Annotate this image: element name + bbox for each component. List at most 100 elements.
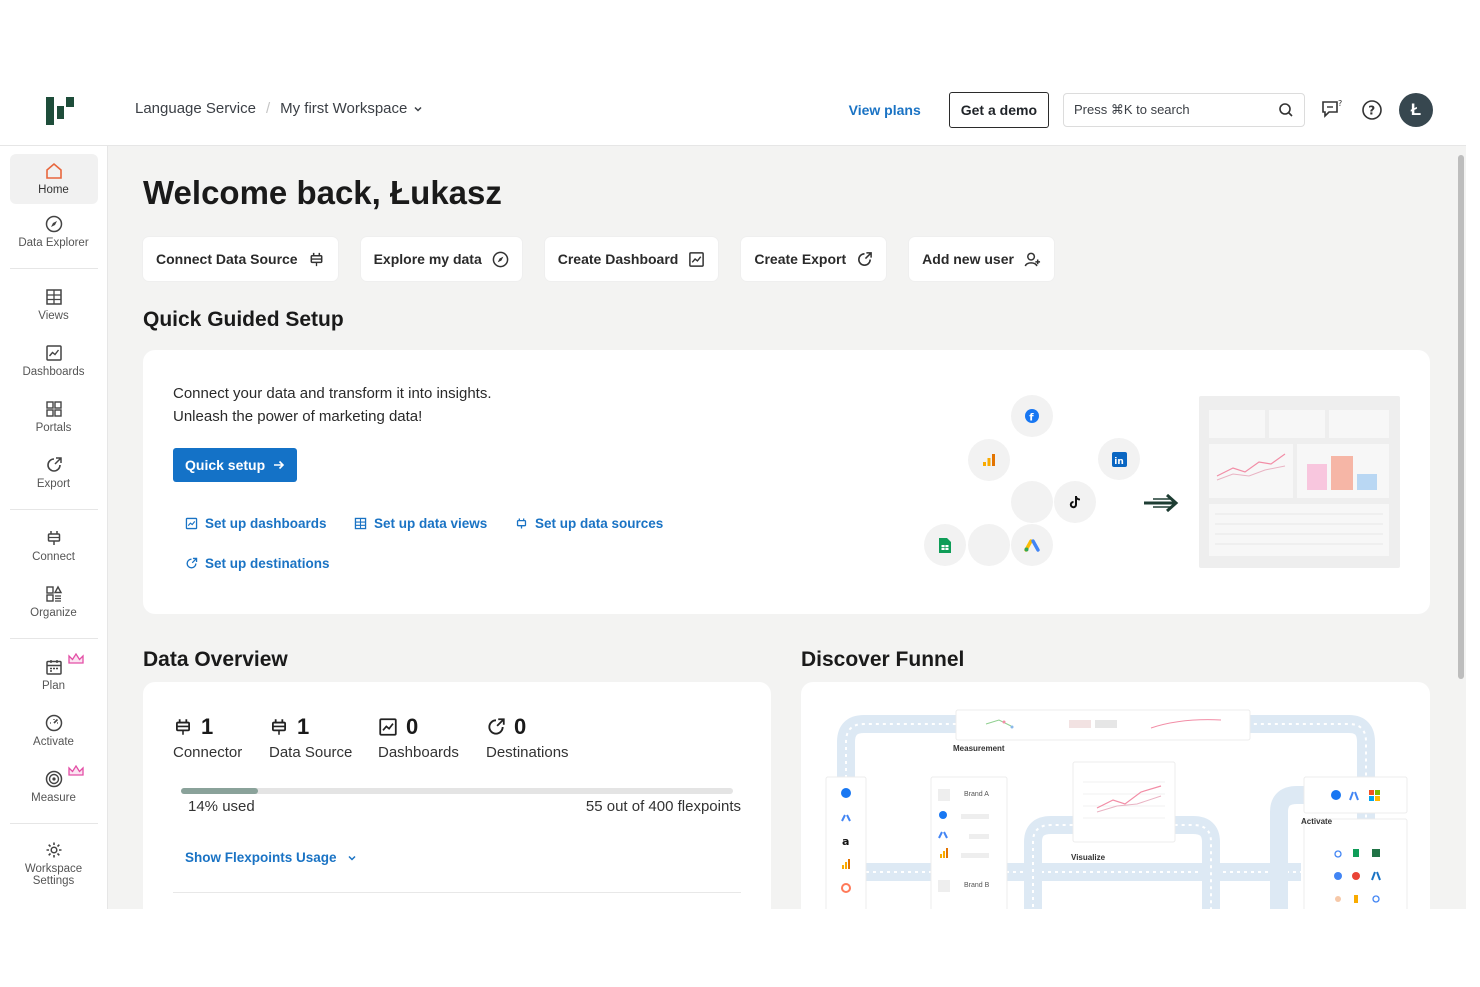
create-export-button[interactable]: Create Export <box>741 237 887 281</box>
explore-my-data-button[interactable]: Explore my data <box>360 237 522 281</box>
avatar[interactable]: Ł <box>1399 93 1433 127</box>
crown-icon <box>67 765 84 776</box>
sidebar-item-label: Home <box>38 184 69 196</box>
quick-setup-title: Quick Guided Setup <box>143 308 344 331</box>
dashboard-icon <box>185 517 198 530</box>
sidebar-item-dashboards[interactable]: Dashboards <box>10 333 98 389</box>
dashboard-icon <box>379 718 397 736</box>
get-demo-button[interactable]: Get a demo <box>948 92 1049 128</box>
main-content: Welcome back, Łukasz Connect Data Source… <box>108 146 1466 909</box>
plug-icon <box>516 518 527 529</box>
sidebar-item-workspace-settings[interactable]: Workspace Settings <box>10 832 98 896</box>
view-plans-link[interactable]: View plans <box>849 102 921 118</box>
organize-icon <box>45 585 62 602</box>
stat-value: 1 <box>297 714 310 739</box>
stat-dashboards[interactable]: 0 Dashboards <box>378 714 459 761</box>
funnel-label-brand-b: Brand B <box>964 882 990 889</box>
tiktok-icon <box>1054 481 1096 523</box>
sidebar-item-label: Views <box>38 310 69 322</box>
sidebar-item-measure[interactable]: Measure <box>10 759 98 815</box>
search-input[interactable]: Press ⌘K to search <box>1063 93 1305 127</box>
svg-text:a: a <box>842 835 849 848</box>
sidebar-item-portals[interactable]: Portals <box>10 389 98 445</box>
funnel-label-measurement: Measurement <box>953 744 1005 753</box>
stat-destinations[interactable]: 0 Destinations <box>486 714 569 761</box>
empty-source-circle <box>1011 481 1053 523</box>
stat-label: Connector <box>173 744 243 761</box>
sidebar-item-label: Dashboards <box>22 366 85 378</box>
button-label: Create Export <box>754 251 847 267</box>
sidebar-item-home[interactable]: Home <box>9 154 98 204</box>
quick-setup-button[interactable]: Quick setup <box>173 448 298 482</box>
button-label: Connect Data Source <box>156 251 298 267</box>
flexpoints-progress-bar <box>181 788 733 794</box>
description-line: Unleash the power of marketing data! <box>173 408 423 425</box>
breadcrumb: Language Service / My first Workspace <box>135 100 423 117</box>
google-sheets-icon <box>924 524 966 566</box>
sidebar-item-activate[interactable]: Activate <box>10 703 98 759</box>
add-user-icon <box>1024 252 1041 266</box>
create-dashboard-button[interactable]: Create Dashboard <box>544 237 719 281</box>
sidebar-item-views[interactable]: Views <box>10 277 98 333</box>
sidebar-item-connect[interactable]: Connect <box>10 518 98 574</box>
sidebar-item-plan[interactable]: Plan <box>10 647 98 703</box>
link-label: Set up data sources <box>535 516 664 531</box>
plug-icon <box>310 252 323 266</box>
stat-value: 0 <box>514 714 527 739</box>
svg-text:?: ? <box>1368 104 1375 118</box>
setup-data-views-link[interactable]: Set up data views <box>354 516 487 531</box>
setup-data-sources-link[interactable]: Set up data sources <box>515 516 663 531</box>
page-scrollbar[interactable] <box>1458 155 1464 679</box>
show-usage-toggle[interactable]: Show Flexpoints Usage <box>185 850 357 865</box>
compass-icon <box>492 251 509 267</box>
sidebar-item-label: Activate <box>33 736 74 748</box>
facebook-icon: f <box>1011 395 1053 437</box>
sidebar: Home Data Explorer Views Dashboards Port… <box>0 146 108 909</box>
help-icon[interactable]: ? <box>1359 97 1385 123</box>
sidebar-item-data-explorer[interactable]: Data Explorer <box>10 204 98 260</box>
stat-value: 0 <box>406 714 419 739</box>
target-icon <box>45 770 62 788</box>
sidebar-item-label: Connect <box>32 551 75 563</box>
stat-data-sources[interactable]: 1 Data Source <box>269 714 352 761</box>
arrow-right-icon <box>274 460 285 470</box>
add-new-user-button[interactable]: Add new user <box>909 237 1054 281</box>
gear-icon <box>46 842 61 858</box>
workspace-selector[interactable]: My first Workspace <box>280 100 423 117</box>
connect-data-source-button[interactable]: Connect Data Source <box>143 237 338 281</box>
svg-text:in: in <box>1114 456 1124 466</box>
quick-setup-description: Connect your data and transform it into … <box>173 382 492 428</box>
google-analytics-icon <box>968 439 1010 481</box>
sidebar-item-export[interactable]: Export <box>10 445 98 501</box>
usage-total: 55 out of 400 flexpoints <box>585 798 741 815</box>
stat-label: Dashboards <box>378 744 459 761</box>
sidebar-item-label: Organize <box>30 607 77 619</box>
progress-fill <box>181 788 259 794</box>
discover-funnel-card[interactable]: a Measurement Brand A Brand B Visualize … <box>801 682 1430 909</box>
stat-value: 1 <box>201 714 214 739</box>
svg-text:?: ? <box>1338 99 1342 108</box>
sidebar-item-label: Export <box>36 478 71 490</box>
setup-destinations-link[interactable]: Set up destinations <box>185 556 330 571</box>
crown-icon <box>67 653 84 664</box>
button-label: Quick setup <box>185 457 266 473</box>
quick-setup-card: Connect your data and transform it into … <box>143 350 1430 614</box>
sidebar-divider <box>9 509 98 510</box>
funnel-illustration: a <box>825 709 1408 909</box>
sidebar-divider <box>9 268 98 269</box>
linkedin-icon: in <box>1098 438 1140 480</box>
breadcrumb-separator: / <box>265 100 271 117</box>
compass-icon <box>45 215 62 233</box>
stat-connectors[interactable]: 1 Connector <box>173 714 242 761</box>
description-line: Connect your data and transform it into … <box>173 385 492 402</box>
gauge-icon <box>45 714 62 732</box>
logo-icon[interactable] <box>44 95 76 127</box>
setup-dashboards-link[interactable]: Set up dashboards <box>185 516 327 531</box>
sidebar-item-organize[interactable]: Organize <box>10 574 98 630</box>
sidebar-divider <box>9 638 98 639</box>
google-ads-icon <box>1011 524 1053 566</box>
funnel-label-activate: Activate <box>1301 817 1333 826</box>
feedback-icon[interactable]: ? <box>1319 97 1345 123</box>
breadcrumb-org[interactable]: Language Service <box>135 100 256 117</box>
stat-label: Data Source <box>269 744 353 761</box>
